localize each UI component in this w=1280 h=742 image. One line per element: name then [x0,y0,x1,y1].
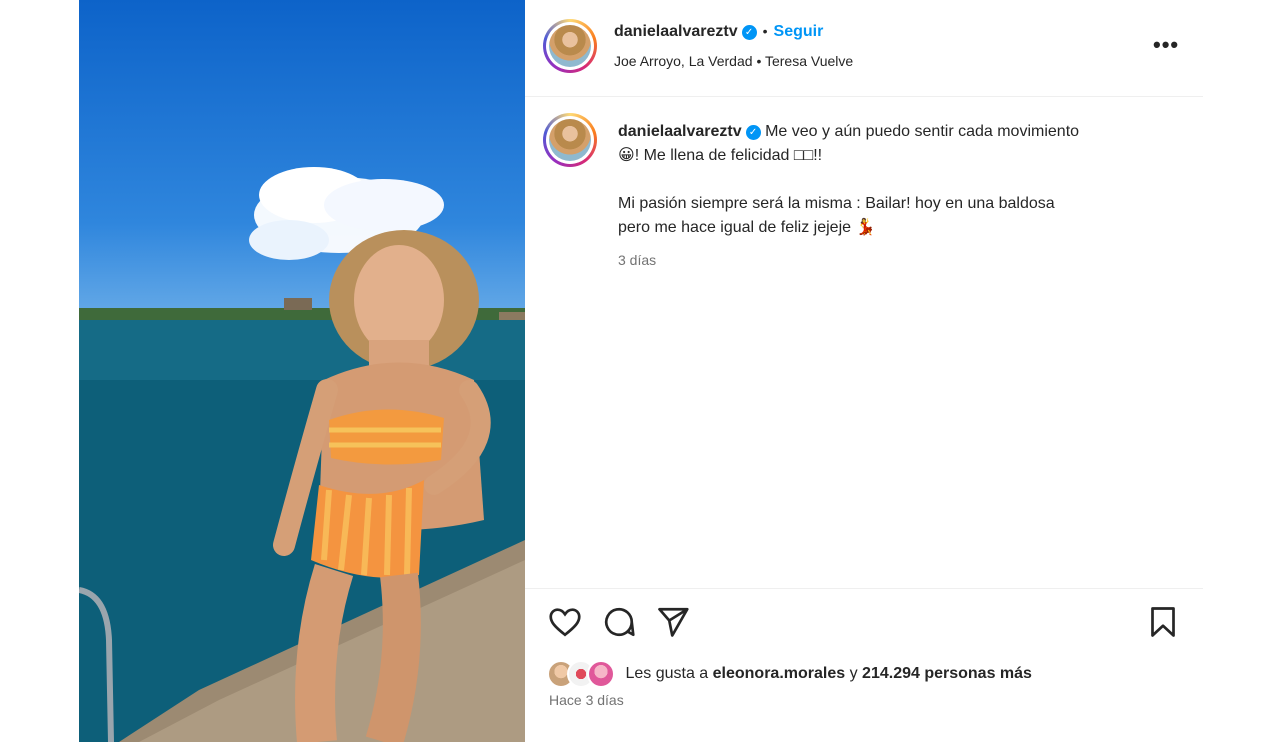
caption-avatar[interactable] [543,113,597,167]
audio-track[interactable]: Joe Arroyo, La Verdad [614,53,753,69]
caption-para1: danielaalvareztv ✓ Me veo y aún puedo sen… [618,120,1178,168]
comment-icon[interactable] [601,604,637,640]
header-divider [525,96,1203,97]
share-icon[interactable] [655,604,691,640]
post-media[interactable] [79,0,525,742]
bookmark-icon[interactable] [1145,604,1181,640]
post-photo [79,167,525,742]
dancer-emoji-icon: 💃 [855,219,876,236]
actions-divider [525,588,1203,589]
liker-avatars[interactable] [547,660,617,688]
audio-separator: • [756,53,762,69]
audio-info: Joe Arroyo, La Verdad • Teresa Vuelve [614,53,853,69]
likes-summary: Les gusta a eleonora.morales y 214.294 p… [547,660,1032,688]
caption-para2: Mi pasión siempre será la misma : Bailar… [618,192,1178,240]
likes-prefix: Les gusta a [625,665,709,683]
heart-icon[interactable] [547,604,583,640]
caption-time[interactable]: 3 días [618,248,1178,272]
author-username[interactable]: danielaalvareztv [614,23,738,40]
more-options-icon[interactable]: ••• [1153,32,1179,58]
verified-badge-icon: ✓ [745,125,761,140]
likes-count[interactable]: 214.294 personas más [862,665,1032,682]
caption-para2-line1: Mi pasión siempre será la misma : Bailar… [618,195,1055,212]
grin-emoji-icon: 😀 [618,147,635,164]
verified-badge-icon: ✓ [741,25,757,40]
action-bar [547,604,1187,644]
likes-user[interactable]: eleonora.morales [713,665,846,682]
author-avatar[interactable] [543,19,597,73]
caption-line1: Me veo y aún puedo sentir cada movimient… [765,123,1080,140]
post-header-line1: danielaalvareztv ✓ • Seguir [614,23,823,41]
audio-extra[interactable]: Teresa Vuelve [765,53,853,69]
caption: danielaalvareztv ✓ Me veo y aún puedo sen… [618,120,1178,272]
likes-connector: y [849,665,858,683]
follow-button[interactable]: Seguir [774,23,824,40]
caption-line2: ! Me llena de felicidad □□!! [634,147,823,164]
header-separator: • [762,23,768,39]
caption-para2-line2: pero me hace igual de feliz jejeje [618,219,852,236]
caption-username[interactable]: danielaalvareztv [618,123,742,140]
post-panel: danielaalvareztv ✓ • Seguir Joe Arroyo, La … [525,0,1203,742]
post-age[interactable]: Hace 3 días [549,692,624,708]
